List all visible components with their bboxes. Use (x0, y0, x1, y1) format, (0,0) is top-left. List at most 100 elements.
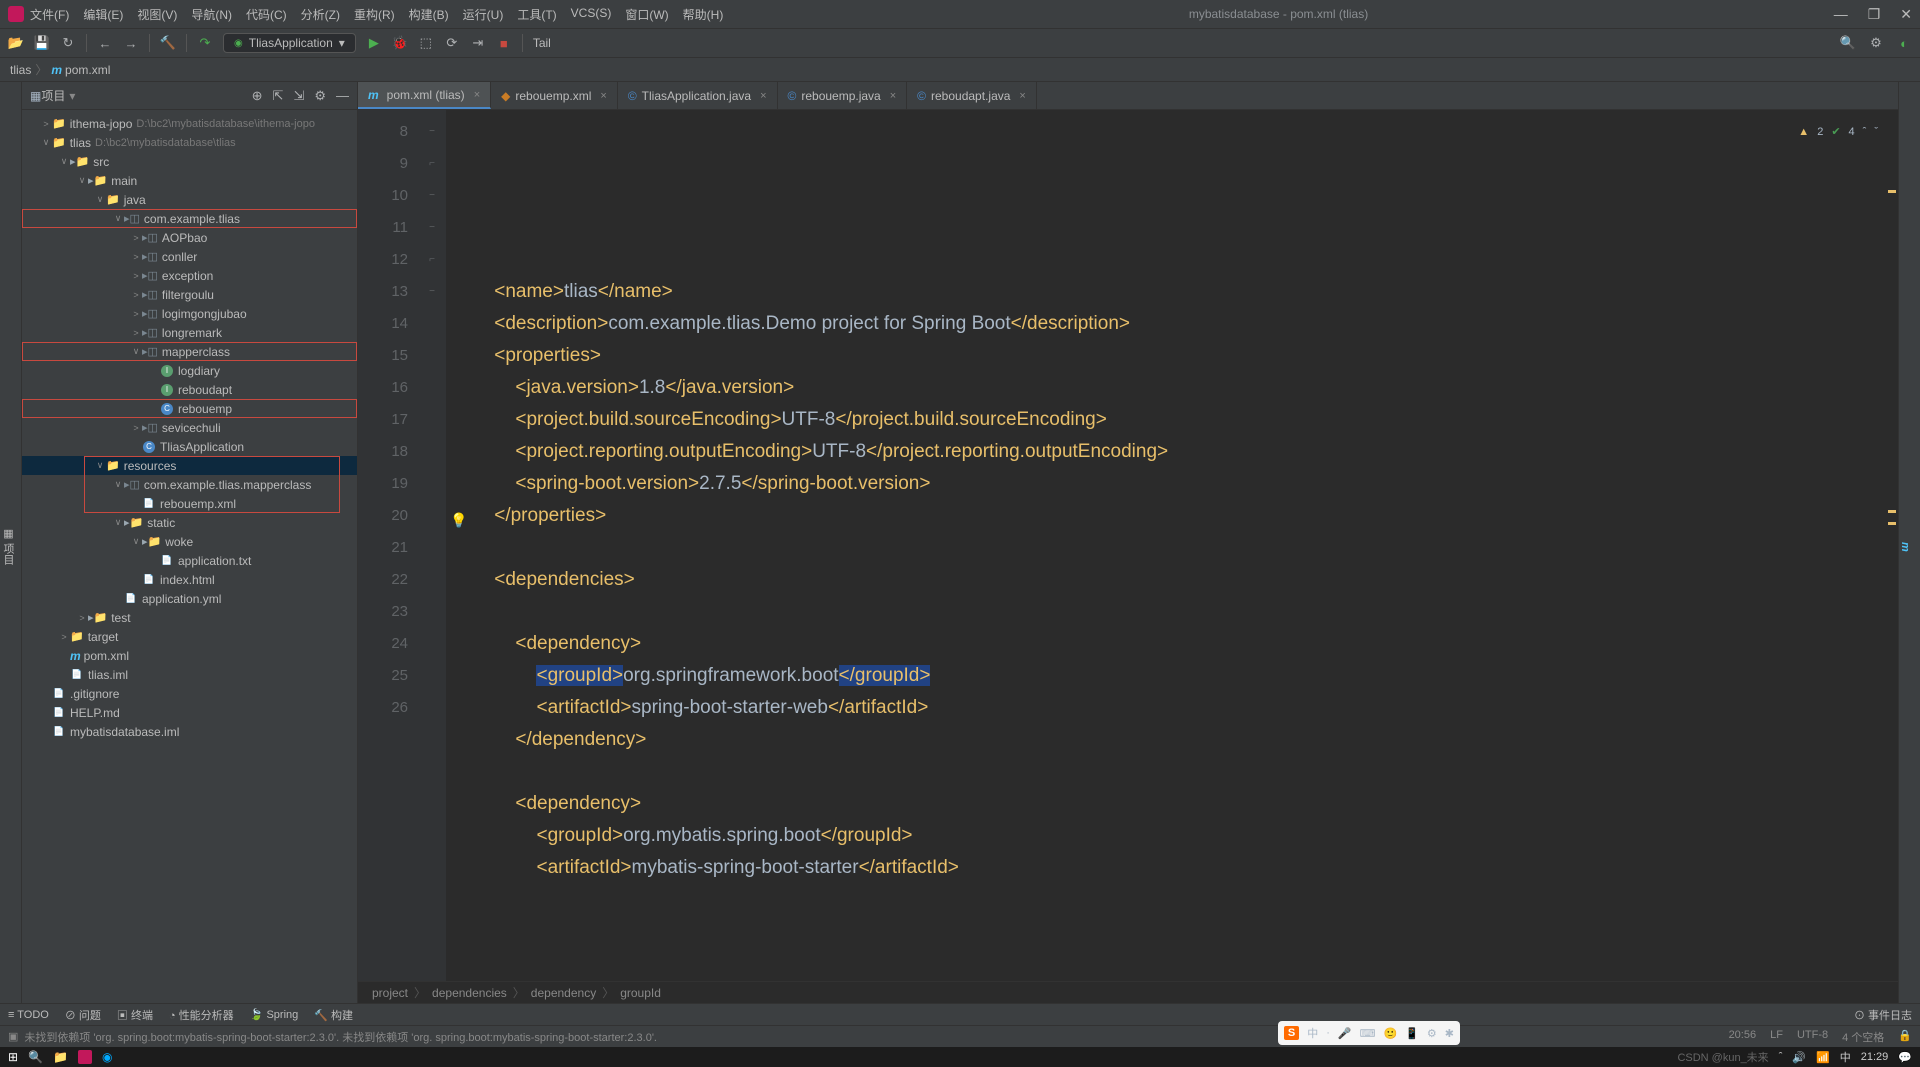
project-tool-button[interactable]: ▦ 项目 (0, 527, 16, 565)
expand-icon[interactable]: ⇲ (293, 88, 304, 104)
close-tab-icon[interactable]: × (474, 89, 480, 101)
tree-item[interactable]: mpom.xml (22, 646, 357, 665)
hide-icon[interactable]: — (336, 88, 349, 104)
clock[interactable]: 21:29 (1861, 1051, 1889, 1063)
settings-icon[interactable]: ⚙ (1868, 35, 1884, 51)
close-tab-icon[interactable]: × (760, 90, 766, 102)
tree-item[interactable]: CTliasApplication (22, 437, 357, 456)
windows-taskbar[interactable]: ⊞ 🔍 📁 ◉ CSDN @kun_未来 ˆ 🔊 📶 中 21:29 💬 (0, 1047, 1920, 1067)
close-tab-icon[interactable]: × (1019, 90, 1025, 102)
run-icon[interactable]: ▶ (366, 35, 382, 51)
tree-item[interactable]: Ilogdiary (22, 361, 357, 380)
ime-skin-icon[interactable]: 📱 (1405, 1027, 1419, 1040)
menu-item[interactable]: 文件(F) (30, 6, 69, 23)
tray-up-icon[interactable]: ˆ (1779, 1051, 1783, 1063)
menu-item[interactable]: 运行(U) (463, 6, 504, 23)
line-separator[interactable]: LF (1770, 1029, 1783, 1045)
cursor-position[interactable]: 20:56 (1729, 1029, 1757, 1045)
tree-item[interactable]: 📄HELP.md (22, 703, 357, 722)
editor-tab[interactable]: ◆rebouemp.xml× (491, 82, 618, 109)
breadcrumb-segment[interactable]: dependency (531, 986, 596, 1000)
code-editor[interactable]: 891011121314151617181920212223242526 −⌐−… (358, 110, 1898, 981)
todo-tool[interactable]: ≡ TODO (8, 1009, 49, 1021)
profile-icon[interactable]: ⟳ (444, 35, 460, 51)
tree-item[interactable]: 📄rebouemp.xml (22, 494, 357, 513)
tree-item[interactable]: ∨📁java (22, 190, 357, 209)
tree-item[interactable]: >▸◫conller (22, 247, 357, 266)
breadcrumb-file[interactable]: pom.xml (65, 63, 110, 77)
maven-tool-icon[interactable]: m (1899, 542, 1911, 552)
run-config-selector[interactable]: ◉ TliasApplication ▾ (223, 33, 356, 53)
status-icon[interactable]: ▣ (8, 1030, 18, 1043)
tree-item[interactable]: 📄application.txt (22, 551, 357, 570)
close-tab-icon[interactable]: × (890, 90, 896, 102)
event-log-button[interactable]: ⊙ 事件日志 (1854, 1007, 1912, 1023)
search-icon[interactable]: 🔍 (1840, 35, 1856, 51)
tree-item[interactable]: ∨▸📁src (22, 152, 357, 171)
tree-item[interactable]: ∨▸📁woke (22, 532, 357, 551)
project-tree[interactable]: >📁ithema-jopoD:\bc2\mybatisdatabase\ithe… (22, 110, 357, 1003)
inspection-indicators[interactable]: ▲2 ✔4 ˆ ˇ (1798, 116, 1878, 148)
menu-item[interactable]: 分析(Z) (301, 6, 340, 23)
tree-item[interactable]: 📄application.yml (22, 589, 357, 608)
ime-tools-icon[interactable]: ✱ (1445, 1027, 1454, 1040)
menu-item[interactable]: 导航(N) (191, 6, 232, 23)
indent-setting[interactable]: 4 个空格 (1842, 1029, 1884, 1045)
maximize-button[interactable]: ❐ (1868, 6, 1881, 23)
breadcrumb-segment[interactable]: project (372, 986, 408, 1000)
menu-item[interactable]: 构建(B) (409, 6, 449, 23)
code-content[interactable]: ▲2 ✔4 ˆ ˇ 💡 <name>tlias</name> <descript… (446, 110, 1898, 981)
intention-bulb-icon[interactable]: 💡 (450, 504, 467, 536)
menu-item[interactable]: 窗口(W) (625, 6, 668, 23)
dropdown-icon[interactable]: ▾ (69, 89, 75, 103)
search-icon[interactable]: 🔍 (28, 1050, 43, 1064)
error-stripe[interactable] (1886, 110, 1898, 981)
coverage-icon[interactable]: ⬚ (418, 35, 434, 51)
save-icon[interactable]: 💾 (34, 35, 50, 51)
tree-item[interactable]: 📄.gitignore (22, 684, 357, 703)
editor-tab[interactable]: ©rebouemp.java× (778, 82, 908, 109)
minimize-button[interactable]: — (1834, 6, 1848, 23)
tree-item[interactable]: ∨▸◫com.example.tlias (22, 209, 357, 228)
tree-item[interactable]: >▸◫longremark (22, 323, 357, 342)
tree-item[interactable]: >📁target (22, 627, 357, 646)
tree-item[interactable]: ∨📁tliasD:\bc2\mybatisdatabase\tlias (22, 133, 357, 152)
open-icon[interactable]: 📂 (8, 35, 24, 51)
tree-item[interactable]: >▸◫filtergoulu (22, 285, 357, 304)
attach-icon[interactable]: ⇥ (470, 35, 486, 51)
menu-item[interactable]: 视图(V) (137, 6, 177, 23)
collapse-icon[interactable]: ⇱ (273, 88, 284, 104)
run-arrow-icon[interactable]: ↷ (197, 35, 213, 51)
tail-label[interactable]: Tail (533, 36, 551, 50)
start-button[interactable]: ⊞ (8, 1050, 18, 1064)
tree-item[interactable]: >📁ithema-jopoD:\bc2\mybatisdatabase\ithe… (22, 114, 357, 133)
ime-emoji-icon[interactable]: 🙂 (1384, 1027, 1398, 1040)
editor-breadcrumb[interactable]: project〉dependencies〉dependency〉groupId (358, 981, 1898, 1003)
lock-icon[interactable]: 🔒 (1898, 1029, 1912, 1045)
profiler-tool[interactable]: ◔ 性能分析器 (169, 1007, 234, 1023)
edge-icon[interactable]: ◉ (102, 1050, 112, 1064)
stop-icon[interactable]: ■ (496, 35, 512, 51)
tree-item[interactable]: >▸◫exception (22, 266, 357, 285)
tree-item[interactable]: 📄mybatisdatabase.iml (22, 722, 357, 741)
chevron-up-icon[interactable]: ˆ (1863, 116, 1867, 148)
close-tab-icon[interactable]: × (600, 90, 606, 102)
debug-icon[interactable]: 🐞 (392, 35, 408, 51)
ime-toolbar[interactable]: S 中 · 🎤 ⌨ 🙂 📱 ⚙ ✱ (1278, 1021, 1460, 1045)
volume-icon[interactable]: 🔊 (1792, 1051, 1806, 1064)
spring-tool[interactable]: 🍃 Spring (250, 1008, 299, 1021)
problems-tool[interactable]: ⊘ 问题 (65, 1007, 101, 1023)
ime-voice-icon[interactable]: 🎤 (1338, 1027, 1352, 1040)
back-icon[interactable]: ← (97, 35, 113, 51)
ime-lang[interactable]: 中 (1307, 1025, 1318, 1041)
breadcrumb-segment[interactable]: groupId (620, 986, 661, 1000)
editor-tab[interactable]: ©TliasApplication.java× (618, 82, 778, 109)
tree-item[interactable]: ∨▸📁main (22, 171, 357, 190)
ime-keyboard-icon[interactable]: ⌨ (1360, 1027, 1376, 1040)
tree-item[interactable]: ∨📁resources (22, 456, 357, 475)
forward-icon[interactable]: → (123, 35, 139, 51)
explorer-icon[interactable]: 📁 (53, 1050, 68, 1064)
intellij-taskbar-icon[interactable] (78, 1050, 92, 1064)
fold-gutter[interactable]: −⌐−−⌐− (418, 110, 446, 981)
build-icon[interactable]: 🔨 (160, 35, 176, 51)
